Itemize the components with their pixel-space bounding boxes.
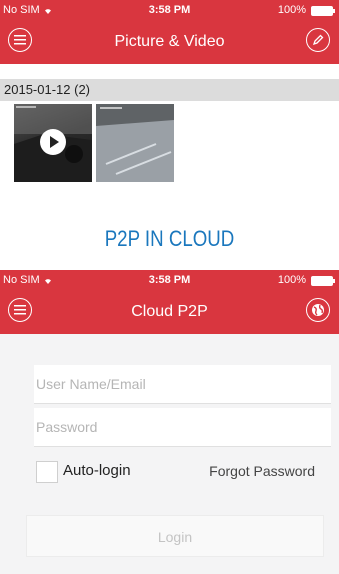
login-button[interactable]: Login: [26, 515, 324, 557]
password-input[interactable]: [34, 418, 335, 436]
battery-icon: [311, 276, 335, 286]
image-thumbnail[interactable]: [96, 104, 174, 182]
autologin-checkbox[interactable]: [36, 461, 58, 483]
date-group-header: 2015-01-12 (2): [0, 79, 339, 101]
status-bar: No SIM 3:58 PM 100%: [0, 270, 339, 290]
battery-percentage: 100%: [277, 274, 306, 286]
battery-percentage: 100%: [277, 4, 306, 16]
username-field[interactable]: [34, 365, 335, 404]
picture-video-screen: No SIM 3:58 PM 100% Picture & Video: [0, 0, 339, 64]
edit-icon[interactable]: [306, 28, 330, 52]
globe-icon[interactable]: [306, 298, 330, 322]
page-title: Cloud P2P: [131, 303, 208, 320]
section-heading: P2P IN CLOUD: [104, 226, 235, 251]
nav-bar: Picture & Video: [0, 20, 339, 64]
cloud-p2p-screen: No SIM 3:58 PM 100% Cloud P2P: [0, 270, 339, 334]
battery-icon: [311, 6, 335, 16]
nav-bar: Cloud P2P: [0, 290, 339, 334]
forgot-password-link[interactable]: Forgot Password: [209, 463, 315, 479]
parking-scene-image: [96, 104, 174, 182]
username-input[interactable]: [34, 375, 335, 393]
video-thumbnail[interactable]: [14, 104, 92, 182]
autologin-label[interactable]: Auto-login: [63, 462, 131, 479]
status-bar: No SIM 3:58 PM 100%: [0, 0, 339, 20]
password-field[interactable]: [34, 408, 335, 447]
play-icon[interactable]: [40, 129, 66, 155]
page-title: Picture & Video: [114, 33, 225, 50]
